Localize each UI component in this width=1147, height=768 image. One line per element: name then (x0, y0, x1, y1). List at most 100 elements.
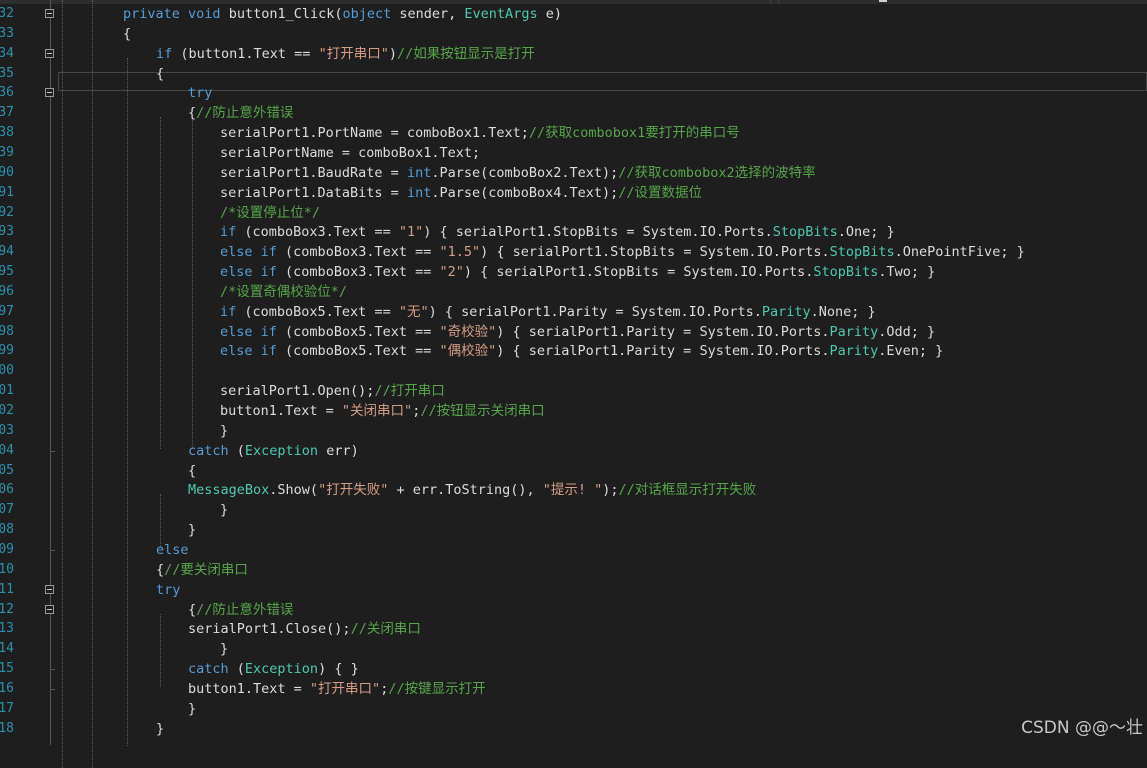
code-token: if (260, 264, 277, 281)
line-number: 06 (0, 482, 14, 498)
code-token: (comboBox3.Text == (276, 244, 440, 261)
code-line[interactable]: { (156, 64, 164, 84)
code-token: Exception (244, 661, 319, 678)
code-token: serialPortName = comboBox1.Text; (220, 144, 481, 161)
collapse-icon[interactable] (45, 9, 54, 18)
code-line[interactable]: private void button1_Click(object sender… (123, 4, 562, 24)
code-line[interactable]: else if (comboBox5.Text == "奇校验") { seri… (220, 322, 935, 342)
code-line[interactable]: } (220, 500, 228, 520)
code-line[interactable]: serialPort1.Close();//关闭串口 (188, 619, 421, 639)
code-line[interactable]: else if (comboBox3.Text == "2") { serial… (220, 262, 935, 282)
code-line[interactable]: } (188, 520, 196, 540)
code-token: (comboBox3.Text == (236, 224, 399, 241)
code-line[interactable]: } (188, 699, 196, 719)
code-token: "1" (398, 224, 424, 241)
code-token: (comboBox3.Text == (276, 264, 440, 281)
code-token: StopBits (772, 224, 838, 241)
code-line[interactable]: serialPort1.DataBits = int.Parse(comboBo… (220, 183, 702, 203)
code-line[interactable]: else if (comboBox5.Text == "偶校验") { seri… (220, 341, 943, 361)
code-token: button1.Text = (220, 403, 342, 419)
code-line[interactable]: /*设置停止位*/ (220, 203, 320, 223)
indent-guide (192, 117, 193, 449)
indent-guide (92, 0, 93, 768)
code-token: ) { serialPort1.Parity = System.IO.Ports… (496, 343, 830, 360)
code-line[interactable]: if (comboBox3.Text == "1") { serialPort1… (220, 222, 895, 242)
code-line[interactable]: button1.Text = "打开串口";//按键显示打开 (188, 679, 486, 699)
code-line[interactable]: /*设置奇偶校验位*/ (220, 282, 347, 302)
code-token: ( (228, 661, 245, 678)
collapse-icon[interactable] (45, 584, 54, 594)
code-token: } (156, 720, 165, 737)
code-line[interactable]: serialPort1.Open();//打开串口 (220, 381, 445, 401)
code-token: { (188, 462, 197, 479)
code-line[interactable]: serialPort1.PortName = comboBox1.Text;//… (220, 123, 740, 143)
code-token: { (156, 561, 165, 578)
line-number: 01 (0, 383, 14, 399)
tab-right[interactable] (778, 0, 1147, 4)
code-token: { (188, 105, 197, 122)
code-token: } (220, 502, 229, 519)
code-line[interactable]: {//要关闭串口 (156, 560, 248, 580)
code-token: ) { serialPort1.StopBits = System.IO.Por… (423, 224, 773, 241)
code-token: else (220, 323, 253, 340)
code-line[interactable]: } (220, 421, 228, 441)
line-number: 96 (0, 283, 14, 299)
code-token: "打开串口" (318, 45, 389, 62)
indent-guide (160, 117, 161, 449)
code-line[interactable]: {//防止意外错误 (188, 600, 293, 620)
code-token: "奇校验" (439, 323, 497, 340)
current-line-highlight (58, 72, 1147, 91)
indent-guide (127, 57, 128, 747)
line-number: 98 (0, 323, 14, 339)
collapse-icon[interactable] (45, 88, 54, 98)
code-token: //如果按钮显示是打开 (396, 45, 535, 62)
code-line[interactable]: else (156, 540, 189, 560)
code-token: EventArgs (464, 6, 538, 22)
code-token: + err.ToString(), (388, 482, 543, 499)
code-token: .None; } (810, 303, 876, 320)
code-line[interactable]: MessageBox.Show("打开失败" + err.ToString(),… (188, 480, 756, 500)
code-line[interactable]: button1.Text = "关闭串口";//按钮显示关闭串口 (220, 401, 545, 421)
code-token: "关闭串口" (341, 403, 413, 419)
line-number: 36 (0, 85, 14, 101)
code-token: .Parse(comboBox4.Text); (431, 184, 619, 201)
code-line[interactable]: catch (Exception err) (188, 441, 359, 461)
code-line[interactable]: serialPortName = comboBox1.Text; (220, 143, 480, 163)
code-token: //对话框显示打开失败 (618, 482, 757, 499)
line-number: 14 (0, 641, 14, 657)
line-number: 10 (0, 561, 14, 577)
code-token: else (220, 343, 253, 360)
code-token: /*设置停止位*/ (220, 204, 321, 221)
code-token: button1_Click( (220, 6, 343, 22)
collapse-icon[interactable] (45, 604, 54, 614)
code-token: } (220, 641, 229, 658)
code-line[interactable]: { (188, 461, 196, 481)
collapse-icon[interactable] (45, 48, 54, 58)
code-token: button1.Text = (188, 680, 310, 697)
code-line[interactable]: else if (comboBox3.Text == "1.5") { seri… (220, 242, 1025, 262)
code-line[interactable]: {//防止意外错误 (188, 103, 293, 123)
code-line[interactable]: if (button1.Text == "打开串口")//如果按钮显示是打开 (156, 44, 535, 64)
code-token: .Odd; } (878, 323, 936, 340)
code-token: Parity (829, 323, 879, 340)
code-line[interactable]: } (156, 719, 164, 739)
line-number: 37 (0, 105, 14, 121)
line-number: 12 (0, 601, 14, 617)
outline-end-mark (50, 549, 55, 551)
code-token: object (342, 6, 392, 22)
code-line[interactable]: serialPort1.BaudRate = int.Parse(comboBo… (220, 163, 816, 183)
code-token: //打开串口 (374, 383, 445, 400)
code-line[interactable]: catch (Exception) { } (188, 659, 359, 679)
code-line[interactable]: try (156, 580, 180, 600)
code-line[interactable]: } (220, 639, 228, 659)
code-token: int (406, 184, 432, 201)
code-line[interactable]: try (188, 83, 212, 103)
code-token: //要关闭串口 (164, 561, 248, 578)
code-editor[interactable]: 32 33 34 35 36 37 38 39 90 91 92 93 94 95 96 97 98 99 00 01… (0, 0, 1147, 768)
line-number: 32 (0, 6, 14, 21)
code-line[interactable]: if (comboBox5.Text == "无") { serialPort1… (220, 302, 876, 322)
code-line[interactable]: { (123, 24, 131, 44)
code-token: { (123, 25, 132, 42)
code-token: "打开失败" (318, 482, 389, 499)
code-token: StopBits (813, 264, 879, 281)
